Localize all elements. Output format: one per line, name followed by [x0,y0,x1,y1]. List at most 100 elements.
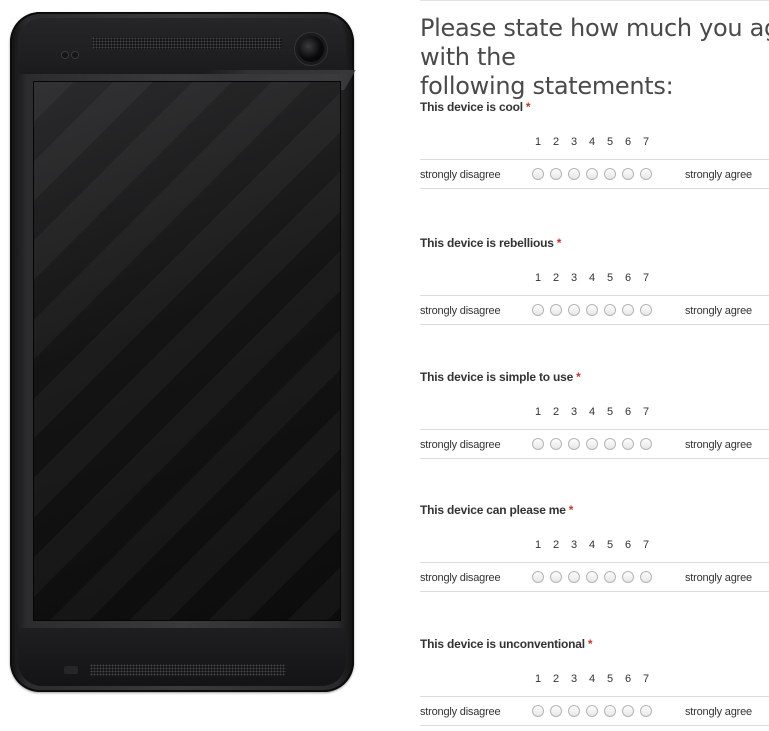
scale-number: 7 [642,673,650,685]
right-anchor-label: strongly agree [685,706,752,718]
divider [420,458,769,459]
question-label: This device is cool * [420,100,531,114]
rating-radio-1[interactable] [532,438,544,450]
rating-radio-4[interactable] [586,168,598,180]
rating-radio-7[interactable] [640,705,652,717]
rating-radio-2[interactable] [550,705,562,717]
rating-radio-2[interactable] [550,168,562,180]
rating-radio-2[interactable] [550,571,562,583]
survey-form: Please state how much you agree with the… [420,0,769,731]
question-text: This device is rebellious [420,236,554,250]
rating-radio-6[interactable] [622,705,634,717]
scale-number: 2 [552,673,560,685]
rating-radio-5[interactable] [604,304,616,316]
scale-number: 2 [552,272,560,284]
rating-radio-3[interactable] [568,571,580,583]
scale-number: 5 [606,406,614,418]
phone-screen [34,82,340,620]
divider [420,159,769,160]
scale-number: 1 [534,673,542,685]
phone-mockup [10,12,356,692]
divider [420,324,769,325]
left-anchor-label: strongly disagree [420,572,501,584]
scale-number: 7 [642,539,650,551]
rating-radio-4[interactable] [586,705,598,717]
rating-radio-2[interactable] [550,304,562,316]
divider [420,295,769,296]
earpiece-speaker-grille [92,37,282,49]
likert-question: This device is simple to use * 1 2 3 4 5 6 7 stro… [420,370,769,470]
light-sensor-icon [72,52,78,58]
likert-question: This device is unconventional * 1 2 3 4 5 6 7 str… [420,637,769,731]
required-asterisk: * [556,236,562,250]
question-text: This device is simple to use [420,370,574,384]
scale-header: 1234567 [420,539,769,553]
scale-number: 4 [588,136,596,148]
scale-number: 4 [588,673,596,685]
right-anchor-label: strongly agree [685,439,752,451]
right-anchor-label: strongly agree [685,305,752,317]
scale-number: 3 [570,673,578,685]
divider [420,562,769,563]
scale-number: 5 [606,272,614,284]
scale-number: 6 [624,673,632,685]
likert-question: This device can please me * 1 2 3 4 5 6 7 strongl… [420,503,769,603]
scale-number: 3 [570,539,578,551]
scale-number: 3 [570,406,578,418]
rating-radio-6[interactable] [622,168,634,180]
divider [420,725,769,726]
rating-radio-5[interactable] [604,438,616,450]
rating-radio-4[interactable] [586,304,598,316]
rating-radio-5[interactable] [604,168,616,180]
rating-radio-6[interactable] [622,571,634,583]
divider [420,188,769,189]
front-camera-icon [298,36,324,62]
question-text: This device can please me [420,503,566,517]
rating-radio-3[interactable] [568,168,580,180]
rating-radio-7[interactable] [640,304,652,316]
rating-radio-7[interactable] [640,438,652,450]
rating-radio-3[interactable] [568,438,580,450]
likert-question: This device is cool * 1 2 3 4 5 6 7 strongly disa… [420,100,769,200]
rating-radio-4[interactable] [586,438,598,450]
scale-number: 1 [534,272,542,284]
scale-number: 4 [588,272,596,284]
rating-radio-6[interactable] [622,304,634,316]
rating-radio-7[interactable] [640,571,652,583]
required-asterisk: * [525,100,531,114]
phone-bottom-bezel [18,628,346,686]
required-asterisk: * [587,637,593,651]
rating-radio-6[interactable] [622,438,634,450]
rating-radio-1[interactable] [532,571,544,583]
rating-radio-5[interactable] [604,571,616,583]
rating-radio-4[interactable] [586,571,598,583]
rating-radio-3[interactable] [568,705,580,717]
rating-radio-7[interactable] [640,168,652,180]
rating-radio-1[interactable] [532,705,544,717]
left-anchor-label: strongly disagree [420,706,501,718]
divider [420,591,769,592]
question-label: This device is simple to use * [420,370,581,384]
scale-number: 5 [606,539,614,551]
scale-header: 1234567 [420,272,769,286]
scale-number: 2 [552,539,560,551]
left-anchor-label: strongly disagree [420,305,501,317]
brand-logo-mark [64,666,78,674]
scale-number: 1 [534,136,542,148]
rating-radio-1[interactable] [532,168,544,180]
right-anchor-label: strongly agree [685,572,752,584]
scale-number: 3 [570,272,578,284]
scale-number: 7 [642,272,650,284]
rating-radio-2[interactable] [550,438,562,450]
scale-header: 1234567 [420,136,769,150]
rating-radio-1[interactable] [532,304,544,316]
question-text: This device is unconventional [420,637,585,651]
scale-number: 2 [552,406,560,418]
rating-radio-3[interactable] [568,304,580,316]
scale-header: 1234567 [420,406,769,420]
divider [420,429,769,430]
bottom-speaker-grille [90,664,286,676]
scale-number: 6 [624,272,632,284]
proximity-sensor-icon [62,52,68,58]
rating-radio-5[interactable] [604,705,616,717]
